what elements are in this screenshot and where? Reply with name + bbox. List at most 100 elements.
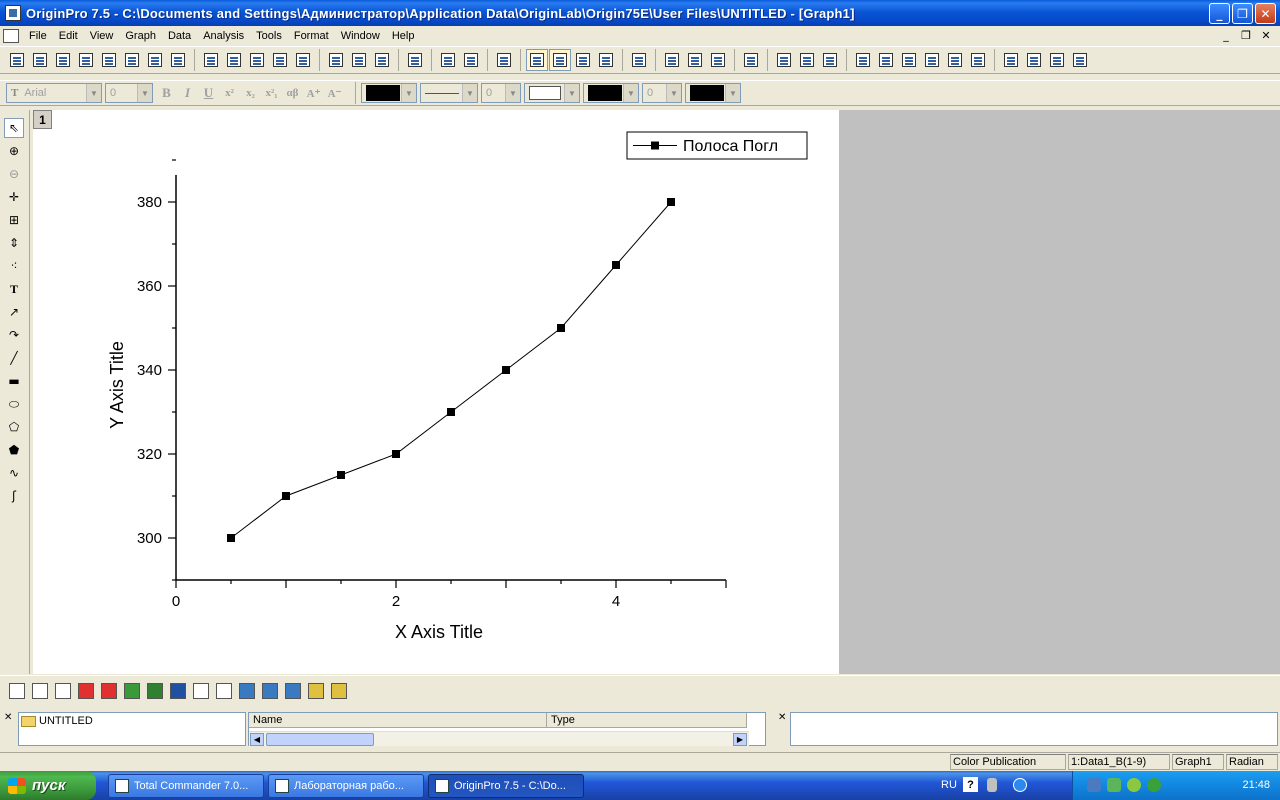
font-size-select[interactable]: 0 ▼	[105, 83, 153, 103]
mdi-restore-button[interactable]: ❐	[1238, 28, 1254, 42]
menu-edit[interactable]: Edit	[53, 30, 84, 42]
mdi-minimize-button[interactable]: _	[1218, 28, 1234, 42]
menu-analysis[interactable]: Analysis	[197, 30, 250, 42]
underline-button[interactable]: U	[198, 83, 219, 103]
new-project-button[interactable]	[6, 49, 28, 71]
open-button[interactable]	[200, 49, 222, 71]
column-type-header[interactable]: Type	[547, 713, 747, 728]
axis-5-button[interactable]	[944, 49, 966, 71]
zoom-out-tool[interactable]: ⊖	[4, 164, 24, 184]
new-excel-button[interactable]	[52, 49, 74, 71]
draw-data-tool[interactable]: ⁖	[4, 256, 24, 276]
rectangle-tool[interactable]: ▬	[4, 371, 24, 391]
template-library-button[interactable]	[328, 680, 350, 702]
open-template-button[interactable]	[223, 49, 245, 71]
data-point[interactable]	[392, 450, 400, 458]
axis-1-button[interactable]	[852, 49, 874, 71]
chevron-left-icon[interactable]	[1013, 778, 1027, 792]
data-point[interactable]	[612, 261, 620, 269]
close-button[interactable]: ✕	[1255, 3, 1276, 24]
safely-remove-icon[interactable]	[1107, 778, 1121, 792]
folder-untitled[interactable]: UNTITLED	[21, 715, 93, 727]
help-icon[interactable]: ?	[963, 777, 978, 792]
save-project-button[interactable]	[269, 49, 291, 71]
font-name-select[interactable]: T Arial ▼	[6, 83, 102, 103]
pattern-width-select[interactable]: 0 ▼	[642, 83, 682, 103]
data-point[interactable]	[557, 324, 565, 332]
layer-2-button[interactable]	[796, 49, 818, 71]
increase-font-button[interactable]: A⁺	[303, 83, 324, 103]
horizontal-scrollbar[interactable]: ◀ ▶	[249, 731, 749, 746]
layer-1-tab[interactable]: 1	[33, 110, 52, 129]
data-point[interactable]	[282, 492, 290, 500]
fill-area-plot-button[interactable]	[167, 680, 189, 702]
polar-plot-button[interactable]	[190, 680, 212, 702]
rescale-button[interactable]	[740, 49, 762, 71]
superscript-button[interactable]: x²	[219, 83, 240, 103]
new-notes-button[interactable]	[167, 49, 189, 71]
decrease-font-button[interactable]: A⁻	[324, 83, 345, 103]
polyline-tool[interactable]: ∿	[4, 463, 24, 483]
line-style-select[interactable]: ▼	[420, 83, 478, 103]
script-window-button[interactable]	[572, 49, 594, 71]
y-axis-title[interactable]: Y Axis Title	[107, 341, 127, 429]
freehand-tool[interactable]: ʃ	[4, 486, 24, 506]
menu-data[interactable]: Data	[162, 30, 197, 42]
menu-file[interactable]: File	[23, 30, 53, 42]
open-excel-button[interactable]	[246, 49, 268, 71]
new-matrix-button[interactable]	[98, 49, 120, 71]
scroll-right-icon[interactable]: ▶	[733, 733, 747, 746]
new-worksheet-button[interactable]	[29, 49, 51, 71]
maximize-button[interactable]: ❐	[1232, 3, 1253, 24]
fill-color-select[interactable]: ▼	[583, 83, 639, 103]
axis-6-button[interactable]	[967, 49, 989, 71]
region-tool[interactable]: ⬟	[4, 440, 24, 460]
waterfall-plot-button[interactable]	[259, 680, 281, 702]
pointer-tool[interactable]: ⇖	[4, 118, 24, 138]
task-total-commander[interactable]: Total Commander 7.0...	[108, 774, 264, 798]
menu-window[interactable]: Window	[335, 30, 386, 42]
scatter-plot-button[interactable]	[29, 680, 51, 702]
menu-tools[interactable]: Tools	[250, 30, 288, 42]
data-point[interactable]	[502, 366, 510, 374]
series-line[interactable]	[230, 201, 672, 539]
scroll-left-icon[interactable]: ◀	[250, 733, 264, 746]
axis-2-button[interactable]	[875, 49, 897, 71]
duplicate-button[interactable]	[460, 49, 482, 71]
bar-plot-button[interactable]	[75, 680, 97, 702]
arrow-tool[interactable]: ↗	[4, 302, 24, 322]
save-template-button[interactable]	[292, 49, 314, 71]
menu-view[interactable]: View	[84, 30, 120, 42]
legend-label[interactable]: Полоса Погл	[683, 138, 778, 155]
polygon-tool[interactable]: ⬠	[4, 417, 24, 437]
ternary-plot-button[interactable]	[213, 680, 235, 702]
command-window-button[interactable]	[595, 49, 617, 71]
supersub-button[interactable]: x²₁	[261, 83, 282, 103]
vector-plot-button[interactable]	[282, 680, 304, 702]
import-ascii-button[interactable]	[325, 49, 347, 71]
info-icon[interactable]	[1147, 778, 1161, 792]
results-close-button[interactable]: ✕	[778, 712, 786, 723]
data-point[interactable]	[337, 471, 345, 479]
line-symbol-plot-button[interactable]	[52, 680, 74, 702]
results-log[interactable]	[790, 712, 1278, 746]
data-reader-tool[interactable]: ⊞	[4, 210, 24, 230]
minimize-button[interactable]: _	[1209, 3, 1230, 24]
curved-arrow-tool[interactable]: ↷	[4, 325, 24, 345]
line-color-select[interactable]: ▼	[361, 83, 417, 103]
new-layout-button[interactable]	[144, 49, 166, 71]
new-graph-button[interactable]	[75, 49, 97, 71]
color-scale-button[interactable]	[1046, 49, 1068, 71]
graph-page[interactable]: 0 2 4 300 320 340 360 380 X Axis Title Y Axis Tit…	[33, 110, 839, 674]
layer-1-button[interactable]	[773, 49, 795, 71]
area-plot-button[interactable]	[144, 680, 166, 702]
task-word-document[interactable]: Лабораторная рабо...	[268, 774, 424, 798]
zoom-in-tool[interactable]: ⊕	[4, 141, 24, 161]
task-originpro[interactable]: OriginPro 7.5 - C:\Do...	[428, 774, 584, 798]
data-point[interactable]	[447, 408, 455, 416]
screen-reader-tool[interactable]: ✛	[4, 187, 24, 207]
subscript-button[interactable]: x₂	[240, 83, 261, 103]
graph-window-icon[interactable]	[3, 28, 19, 43]
project-explorer-button[interactable]	[549, 49, 571, 71]
line-plot-button[interactable]	[6, 680, 28, 702]
